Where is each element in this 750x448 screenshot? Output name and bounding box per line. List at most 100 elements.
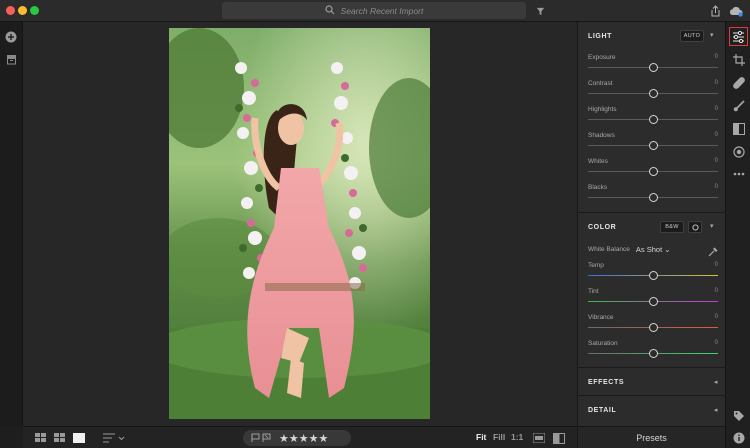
shadows-label: Shadows [588, 132, 615, 139]
light-section-title: LIGHT [588, 32, 612, 40]
effects-section-header[interactable]: EFFECTS ◂ [578, 370, 726, 394]
whites-slider[interactable]: Whites 0 [588, 158, 718, 180]
whites-knob[interactable] [648, 167, 658, 176]
shadows-value: 0 [714, 132, 718, 138]
rating-flag-control: ★★★★★ [243, 430, 351, 446]
highlights-value: 0 [714, 106, 718, 112]
radial-gradient-icon[interactable] [731, 144, 746, 159]
saturation-knob[interactable] [648, 349, 658, 358]
photo-canvas[interactable] [23, 22, 577, 426]
zoom-1to1-button[interactable]: 1:1 [511, 432, 523, 442]
saturation-label: Saturation [588, 340, 618, 347]
healing-icon[interactable] [731, 75, 746, 90]
exposure-value: 0 [714, 54, 718, 60]
info-icon[interactable] [731, 430, 746, 445]
section-divider [578, 367, 726, 368]
blacks-slider[interactable]: Blacks 0 [588, 184, 718, 206]
vibrance-value: 0 [714, 314, 718, 320]
temp-slider[interactable]: Temp 0 [588, 262, 718, 284]
highlights-slider[interactable]: Highlights 0 [588, 106, 718, 128]
brush-icon[interactable] [731, 98, 746, 113]
left-rail [0, 22, 23, 426]
contrast-slider[interactable]: Contrast 0 [588, 80, 718, 102]
highlights-label: Highlights [588, 106, 617, 113]
tag-icon[interactable] [731, 408, 746, 423]
tint-slider[interactable]: Tint 0 [588, 288, 718, 310]
filter-icon[interactable] [533, 4, 547, 18]
color-collapse-chevron-icon[interactable]: ▾ [710, 222, 714, 230]
saturation-value: 0 [714, 340, 718, 346]
minimize-window-button[interactable] [18, 6, 27, 15]
contrast-value: 0 [714, 80, 718, 86]
square-grid-view-icon[interactable] [35, 431, 47, 445]
color-mixer-button[interactable] [688, 221, 702, 233]
photo-grid-view-icon[interactable] [54, 431, 66, 445]
vibrance-slider[interactable]: Vibrance 0 [588, 314, 718, 336]
white-balance-label: White Balance [588, 245, 630, 253]
temp-knob[interactable] [648, 271, 658, 280]
bw-button[interactable]: B&W [660, 221, 684, 233]
zoom-fill-button[interactable]: Fill [493, 432, 505, 442]
effects-expand-chevron-icon: ◂ [713, 379, 718, 386]
whites-label: Whites [588, 158, 608, 165]
shadows-knob[interactable] [648, 141, 658, 150]
tint-knob[interactable] [648, 297, 658, 306]
crop-icon[interactable] [731, 52, 746, 67]
linear-gradient-icon[interactable] [731, 121, 746, 136]
blacks-label: Blacks [588, 184, 608, 191]
white-balance-dropdown[interactable]: As Shot ⌄ [636, 245, 671, 254]
section-divider [578, 395, 726, 396]
pick-flag-icon[interactable] [251, 429, 260, 447]
detail-section-header[interactable]: DETAIL ◂ [578, 398, 726, 422]
vibrance-knob[interactable] [648, 323, 658, 332]
library-icon[interactable] [4, 52, 18, 66]
zoom-fit-button[interactable]: Fit [476, 432, 486, 442]
presets-button[interactable]: Presets [577, 426, 725, 448]
vibrance-label: Vibrance [588, 314, 614, 321]
sort-icon[interactable] [103, 431, 125, 445]
before-after-icon[interactable] [553, 431, 565, 445]
section-divider [578, 212, 726, 213]
temp-label: Temp [588, 262, 604, 269]
detail-view-icon[interactable] [73, 431, 85, 445]
close-window-button[interactable] [6, 6, 15, 15]
add-photo-icon[interactable] [4, 30, 18, 44]
whites-value: 0 [714, 158, 718, 164]
share-icon[interactable] [708, 4, 722, 18]
color-section-title: COLOR [588, 223, 617, 231]
white-balance-row: White Balance As Shot ⌄ [588, 242, 718, 257]
cloud-sync-icon[interactable] [729, 4, 743, 18]
search-placeholder: Search Recent Import [340, 5, 424, 16]
reject-flag-icon[interactable] [262, 429, 271, 447]
compare-icon[interactable] [533, 431, 545, 445]
exposure-slider[interactable]: Exposure 0 [588, 54, 718, 76]
exposure-label: Exposure [588, 54, 616, 61]
filmstrip-bar: ★★★★★ Fit Fill 1:1 [23, 426, 577, 448]
detail-section-title: DETAIL [588, 406, 617, 414]
title-bar: Search Recent Import [0, 0, 750, 22]
light-collapse-chevron-icon[interactable]: ▾ [710, 31, 714, 39]
search-field[interactable]: Search Recent Import [222, 2, 526, 19]
auto-button[interactable]: AUTO [680, 30, 704, 42]
contrast-label: Contrast [588, 80, 613, 87]
blacks-knob[interactable] [648, 193, 658, 202]
edit-sliders-icon[interactable] [729, 27, 748, 46]
exposure-knob[interactable] [648, 63, 658, 72]
tool-rail [725, 22, 750, 448]
tint-value: 0 [714, 288, 718, 294]
star-rating[interactable]: ★★★★★ [279, 432, 328, 445]
saturation-slider[interactable]: Saturation 0 [588, 340, 718, 362]
blacks-value: 0 [714, 184, 718, 190]
contrast-knob[interactable] [648, 89, 658, 98]
edited-photo [169, 28, 430, 419]
detail-expand-chevron-icon: ◂ [713, 407, 718, 414]
temp-value: 0 [714, 262, 718, 268]
color-section-header[interactable]: COLOR [578, 215, 726, 239]
zoom-window-button[interactable] [30, 6, 39, 15]
shadows-slider[interactable]: Shadows 0 [588, 132, 718, 154]
search-icon [325, 2, 335, 20]
effects-section-title: EFFECTS [588, 378, 625, 386]
more-icon[interactable] [731, 166, 746, 181]
eyedropper-icon[interactable] [708, 244, 718, 262]
highlights-knob[interactable] [648, 115, 658, 124]
